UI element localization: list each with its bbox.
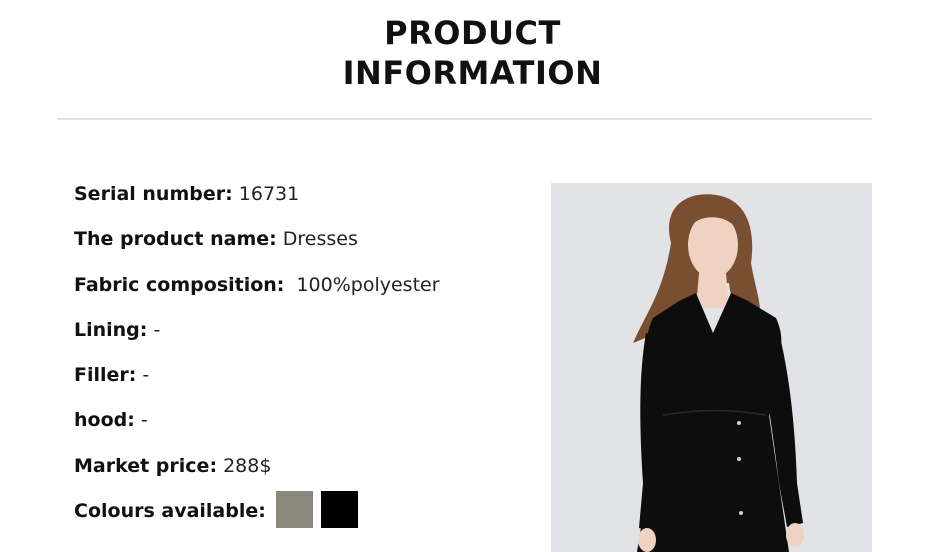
serial-number-value: 16731 bbox=[238, 183, 300, 205]
serial-number-label: Serial number: bbox=[74, 183, 233, 205]
market-price-label: Market price: bbox=[74, 454, 218, 477]
lining-row: Lining: - bbox=[74, 316, 524, 361]
fabric-composition-label: Fabric composition: bbox=[74, 273, 285, 296]
colours-label: Colours available: bbox=[74, 500, 266, 523]
filler-label: Filler: bbox=[74, 364, 137, 387]
serial-number-row: Serial number: 16731 bbox=[74, 180, 524, 225]
product-info-list: Serial number: 16731 The product name: D… bbox=[74, 180, 524, 542]
filler-value: - bbox=[142, 364, 150, 387]
lining-label: Lining: bbox=[74, 318, 148, 341]
hood-label: hood: bbox=[74, 409, 135, 432]
fabric-composition-value: 100%polyester bbox=[296, 273, 440, 296]
product-name-value: Dresses bbox=[282, 228, 358, 251]
product-name-label: The product name: bbox=[74, 228, 277, 251]
market-price-value: 288$ bbox=[223, 454, 272, 477]
colour-swatches bbox=[275, 491, 360, 536]
product-name-row: The product name: Dresses bbox=[74, 225, 524, 270]
hood-value: - bbox=[140, 409, 148, 432]
title-line-1: PRODUCT bbox=[384, 14, 561, 52]
page-title: PRODUCT INFORMATION bbox=[0, 13, 930, 93]
colours-row: Colours available: bbox=[74, 491, 524, 542]
filler-row: Filler: - bbox=[74, 361, 524, 406]
colour-swatch-grey[interactable] bbox=[275, 491, 313, 529]
title-line-2: INFORMATION bbox=[342, 54, 603, 92]
hood-row: hood: - bbox=[74, 406, 524, 451]
lining-value: - bbox=[153, 318, 161, 341]
product-photo bbox=[551, 183, 872, 552]
model-in-dress-image bbox=[633, 194, 804, 552]
colour-swatch-black[interactable] bbox=[320, 491, 358, 529]
header-divider bbox=[57, 118, 872, 120]
fabric-composition-row: Fabric composition: 100%polyester bbox=[74, 271, 524, 316]
